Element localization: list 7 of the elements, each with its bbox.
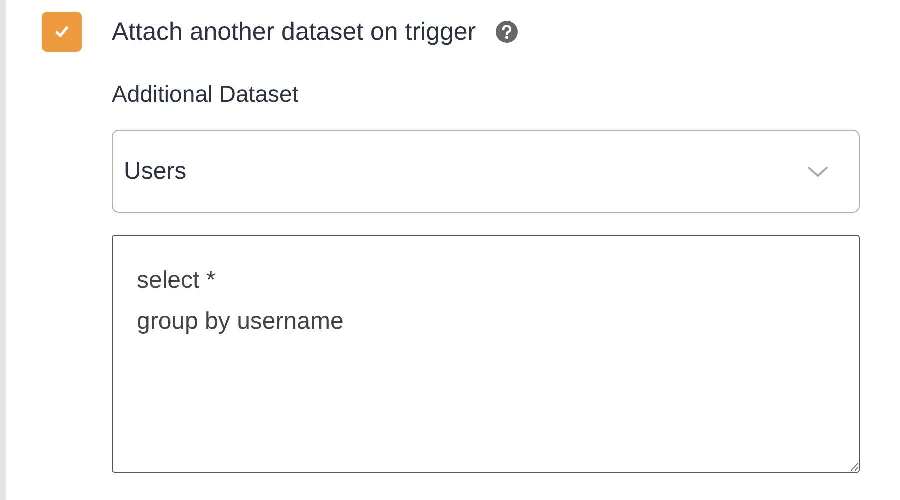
- checkbox-label: Attach another dataset on trigger: [112, 18, 476, 46]
- help-icon[interactable]: [496, 21, 518, 43]
- query-textarea[interactable]: select * group by username: [112, 235, 860, 473]
- chevron-down-icon: [807, 166, 829, 178]
- dataset-dropdown[interactable]: Users: [112, 130, 860, 213]
- field-label: Additional Dataset: [112, 80, 300, 108]
- checkbox[interactable]: [42, 12, 82, 52]
